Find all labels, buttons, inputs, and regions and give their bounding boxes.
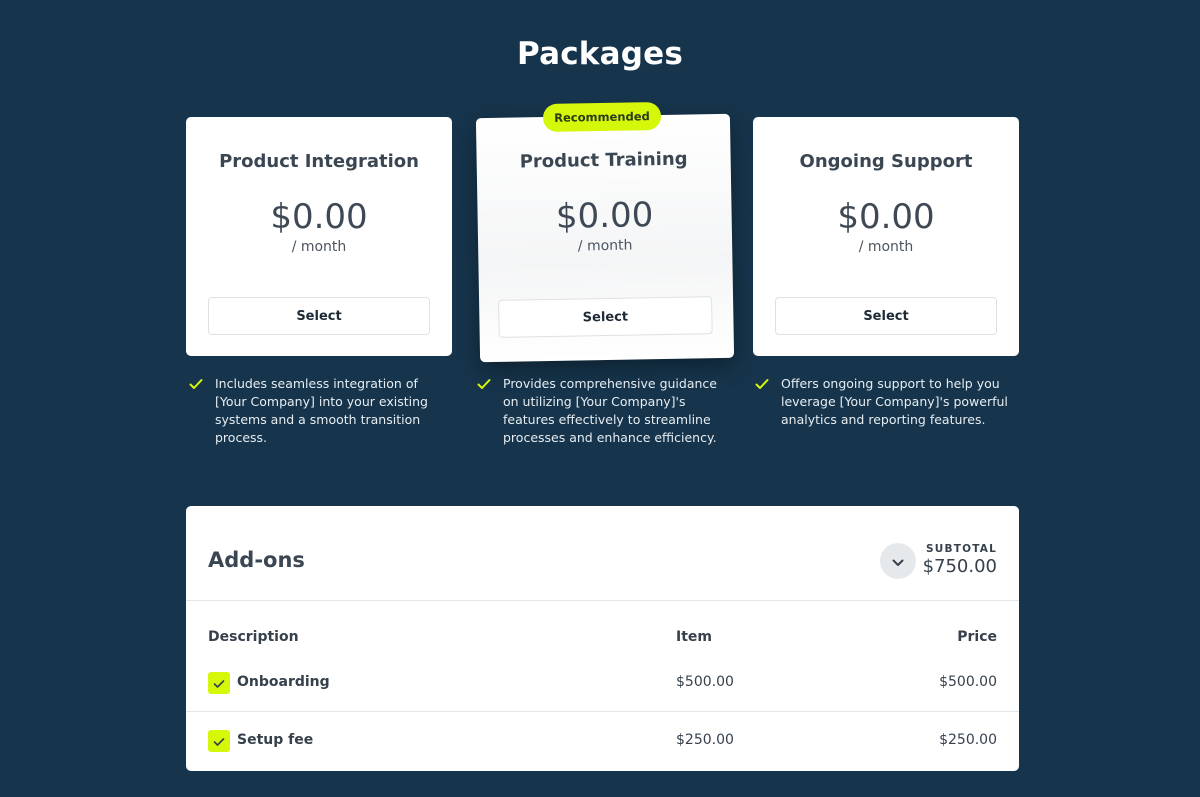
column-header-item: Item — [676, 629, 712, 645]
package-card-ongoing-support: Ongoing Support $0.00 / month Select — [753, 117, 1019, 356]
row-description: Setup fee — [237, 732, 314, 748]
feature-item-product-integration: Includes seamless integration of [Your C… — [189, 375, 447, 447]
check-icon — [755, 375, 771, 429]
feature-text: Offers ongoing support to help you lever… — [781, 376, 1008, 427]
package-name: Product Integration — [219, 151, 419, 172]
feature-item-product-training: Provides comprehensive guidance on utili… — [477, 375, 735, 447]
checkbox-checked-icon — [213, 674, 225, 693]
package-price: $0.00 — [837, 197, 935, 237]
column-header-price: Price — [957, 629, 997, 645]
table-row: Onboarding $500.00 $500.00 — [186, 654, 1019, 712]
select-button-product-integration[interactable]: Select — [208, 297, 430, 335]
row-item: $250.00 — [676, 732, 734, 748]
addons-header: Add-ons SUBTOTAL $750.00 — [186, 506, 1019, 601]
checkbox-checked-icon — [213, 732, 225, 751]
package-period: / month — [858, 239, 914, 255]
collapse-toggle-button[interactable] — [880, 543, 916, 579]
package-price: $0.00 — [270, 197, 368, 237]
check-icon — [189, 375, 205, 447]
row-description: Onboarding — [237, 674, 330, 690]
row-item: $500.00 — [676, 674, 734, 690]
feature-item-ongoing-support: Offers ongoing support to help you lever… — [755, 375, 1013, 429]
package-card-product-training: Product Training $0.00 / month Select — [475, 113, 735, 363]
package-period: / month — [577, 237, 633, 255]
column-header-description: Description — [208, 629, 299, 645]
package-card-product-integration: Product Integration $0.00 / month Select — [186, 117, 452, 356]
chevron-down-icon — [892, 552, 904, 571]
select-button-ongoing-support[interactable]: Select — [775, 297, 997, 335]
onboarding-checkbox[interactable] — [208, 672, 230, 694]
package-price: $0.00 — [555, 195, 654, 237]
check-icon — [477, 375, 493, 447]
subtotal-value: $750.00 — [922, 556, 997, 577]
package-period: / month — [291, 239, 347, 255]
select-button-product-training[interactable]: Select — [498, 296, 713, 338]
addons-title: Add-ons — [208, 548, 305, 572]
feature-text: Includes seamless integration of [Your C… — [215, 376, 428, 445]
addons-panel: Add-ons SUBTOTAL $750.00 Description Ite… — [186, 506, 1019, 771]
table-row: Setup fee $250.00 $250.00 — [186, 712, 1019, 770]
package-name: Ongoing Support — [799, 151, 973, 172]
row-price: $500.00 — [939, 674, 997, 690]
setup-fee-checkbox[interactable] — [208, 730, 230, 752]
page-title: Packages — [517, 36, 683, 72]
recommended-badge: Recommended — [542, 101, 662, 133]
feature-text: Provides comprehensive guidance on utili… — [503, 376, 717, 445]
package-name: Product Training — [519, 148, 688, 173]
subtotal-label: SUBTOTAL — [926, 543, 997, 555]
row-price: $250.00 — [939, 732, 997, 748]
